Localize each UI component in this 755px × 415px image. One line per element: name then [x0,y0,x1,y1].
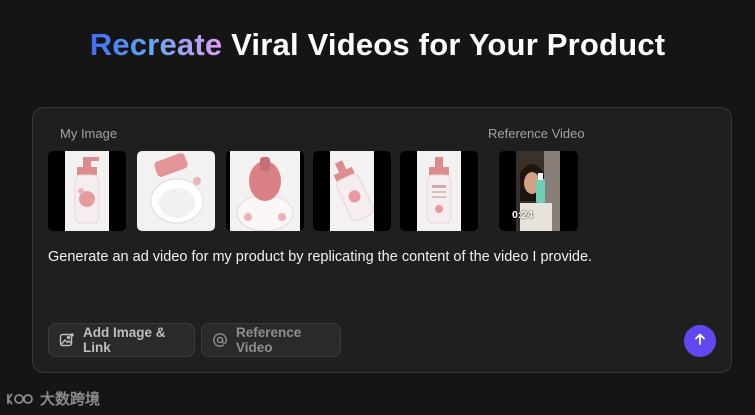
my-image-label: My Image [60,126,118,141]
product-image-thumb[interactable] [313,151,391,231]
product-image-thumb[interactable] [400,151,478,231]
add-image-link-label: Add Image & Link [83,325,166,355]
product-image-thumb[interactable] [137,151,215,231]
product-photo [137,151,215,231]
page: Recreate Viral Videos for Your Product M… [0,0,755,415]
at-sign-icon [212,332,228,348]
headline-rest: Viral Videos for Your Product [222,27,666,62]
reference-video-thumb[interactable]: 0:24 [499,151,578,231]
add-image-link-button[interactable]: Add Image & Link [48,323,195,357]
composer-panel: My Image Reference Video 0:24 Generate a… [32,107,732,373]
watermark-logo [7,392,33,405]
product-image-thumb[interactable] [48,151,126,231]
product-photo [330,151,374,231]
send-button[interactable] [684,325,716,357]
arrow-up-icon [693,332,707,351]
reference-video-button-label: Reference Video [236,325,302,355]
video-duration: 0:24 [512,209,534,221]
reference-video-button[interactable]: Reference Video [201,323,341,357]
product-image-thumb[interactable] [226,151,304,231]
watermark-text: 大数跨境 [40,391,101,408]
watermark: 大数跨境 [6,388,100,409]
image-plus-icon [59,332,75,348]
headline-accent: Recreate [89,27,223,62]
reference-video-label: Reference Video [488,126,585,141]
page-headline: Recreate Viral Videos for Your Product [0,27,755,63]
prompt-text[interactable]: Generate an ad video for my product by r… [48,249,592,265]
product-photo [230,151,300,231]
product-photo [417,151,461,231]
product-photo [65,151,109,231]
